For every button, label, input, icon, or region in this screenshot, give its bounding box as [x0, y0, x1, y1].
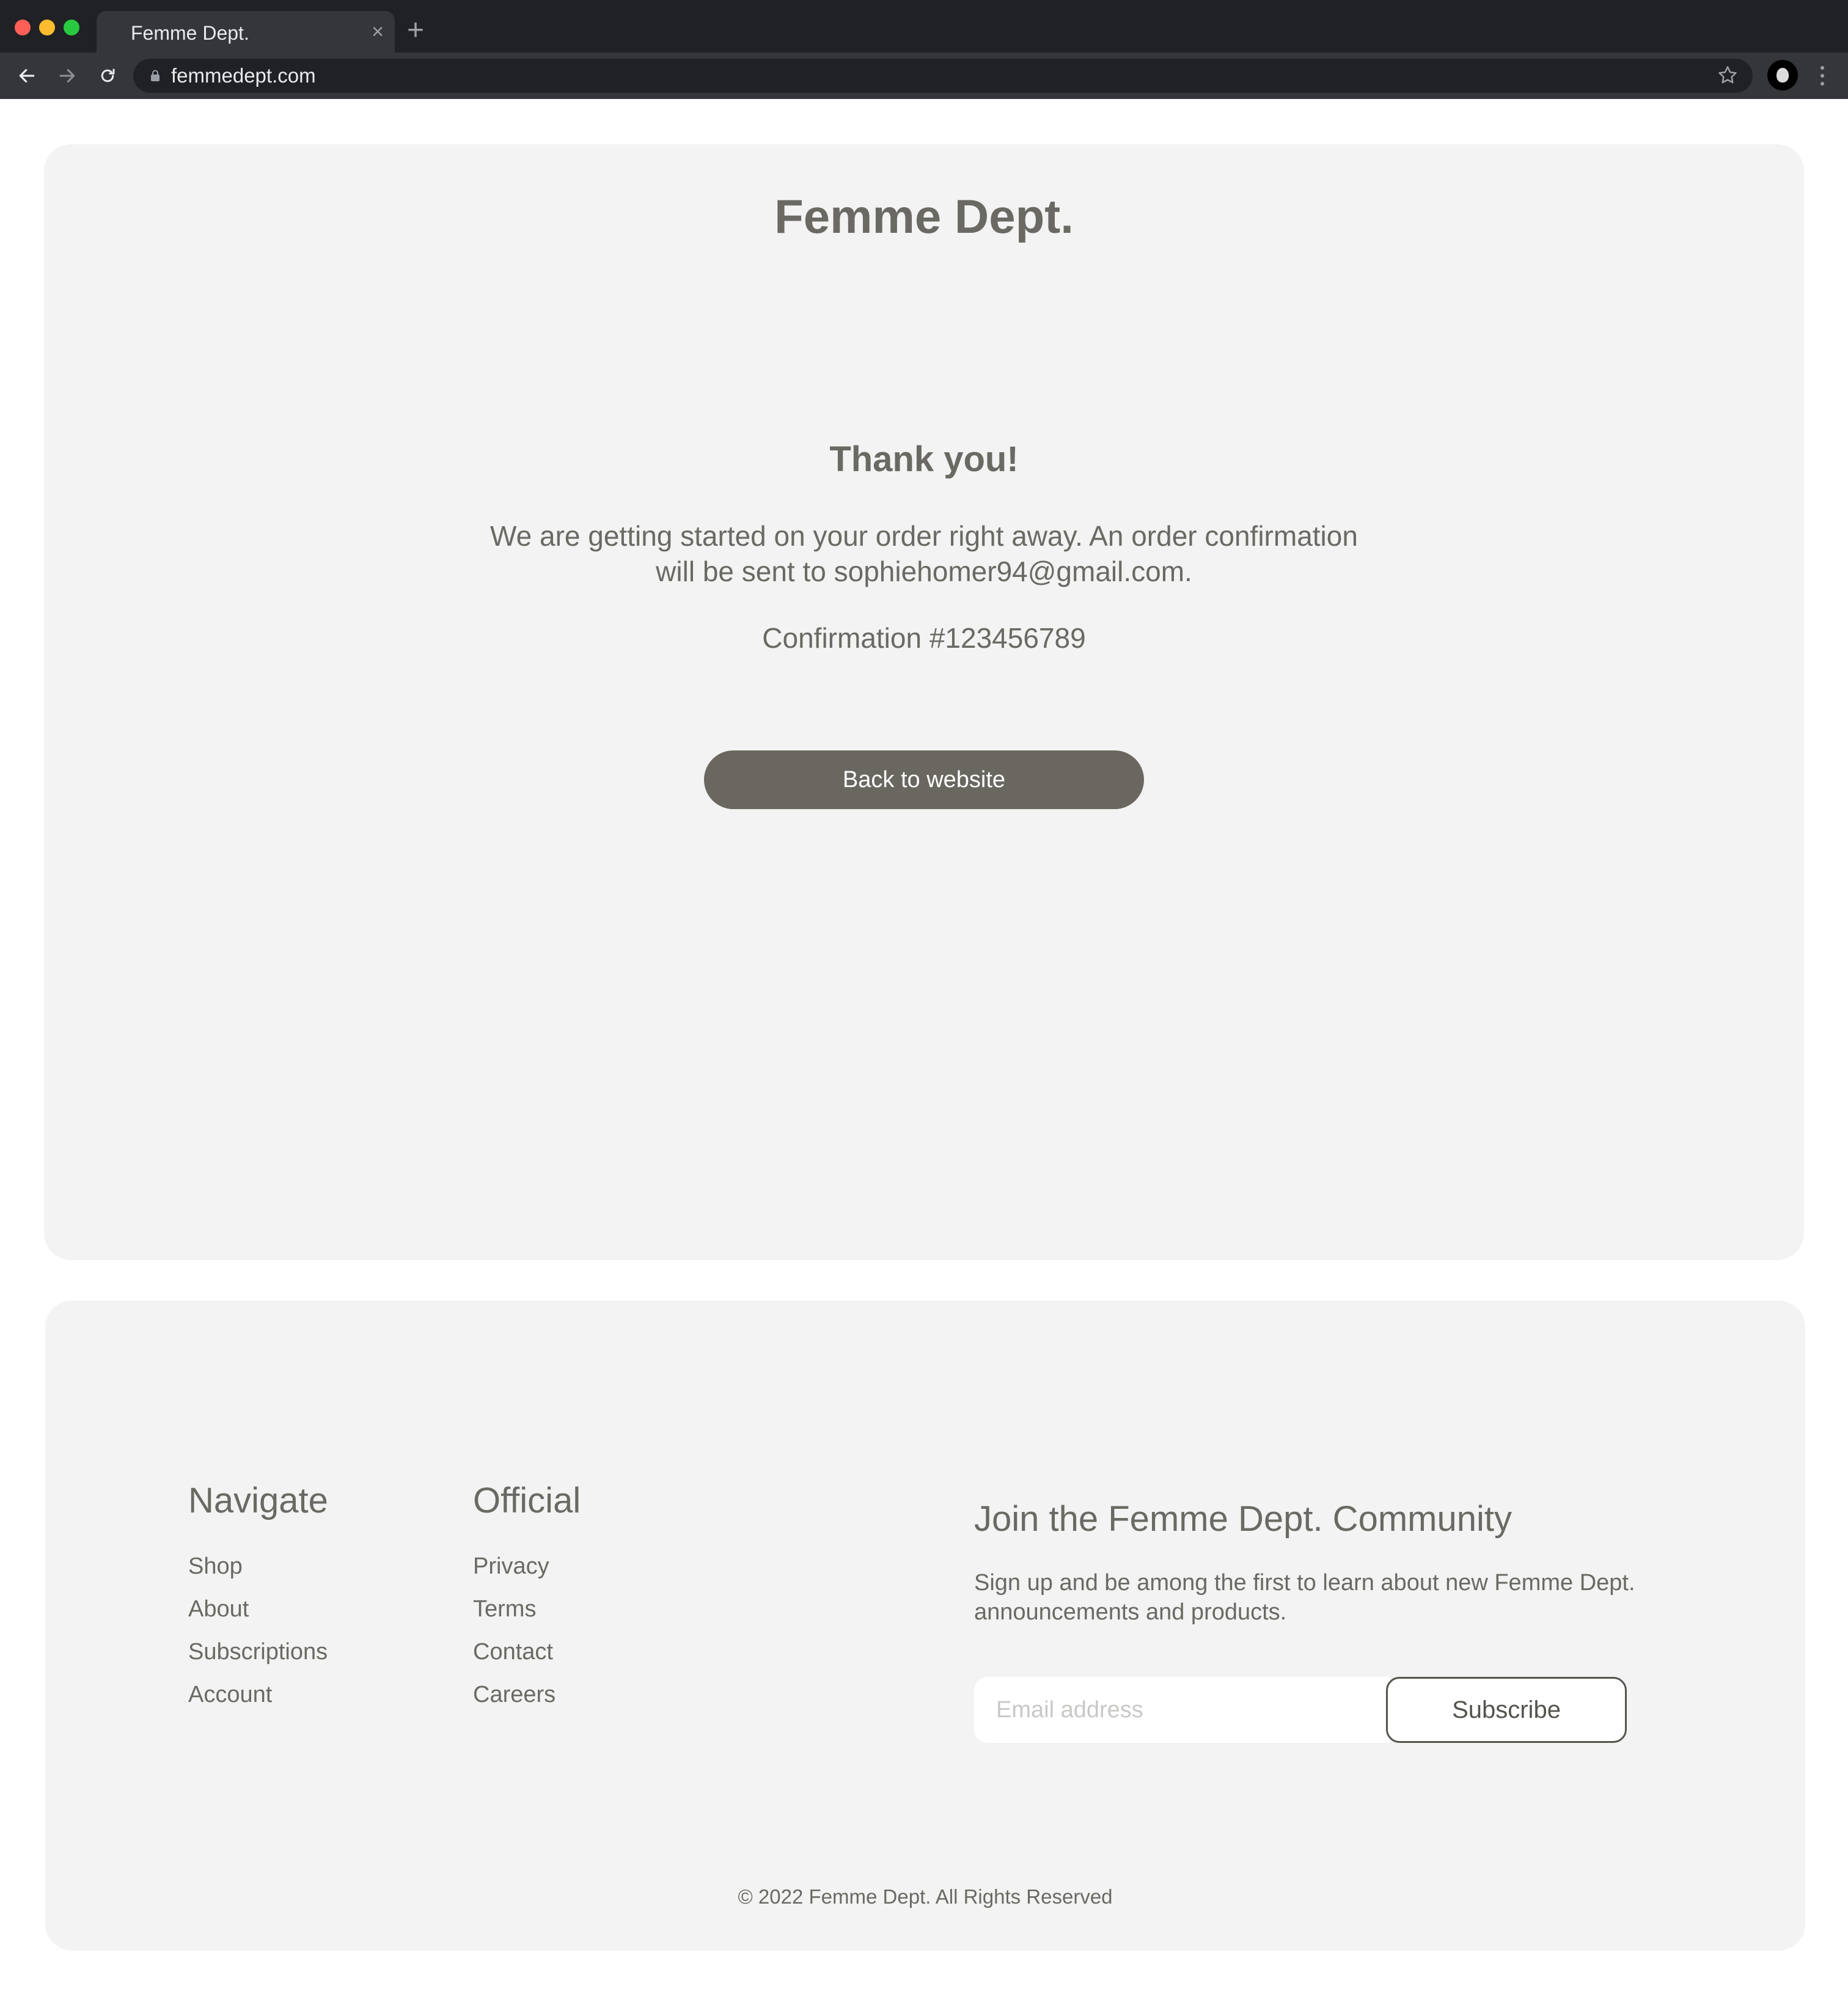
more-menu-icon[interactable] — [1809, 59, 1836, 93]
footer-link-account[interactable]: Account — [188, 1673, 328, 1716]
browser-toolbar: femmedept.com — [0, 53, 1848, 99]
avatar-silhouette — [1777, 68, 1789, 82]
back-to-website-button[interactable]: Back to website — [704, 750, 1144, 809]
browser-tab[interactable]: Femme Dept. × — [97, 11, 395, 53]
tab-close-icon[interactable]: × — [372, 18, 384, 45]
confirmation-card: Femme Dept. Thank you! We are getting st… — [44, 144, 1804, 1260]
subscribe-button[interactable]: Subscribe — [1386, 1677, 1627, 1743]
close-window-button[interactable] — [15, 20, 31, 35]
navigate-heading: Navigate — [188, 1481, 328, 1520]
reload-icon[interactable] — [90, 59, 125, 93]
brand-logo[interactable]: Femme Dept. — [44, 186, 1804, 247]
lock-icon — [150, 70, 160, 85]
address-bar[interactable]: femmedept.com — [133, 59, 1753, 93]
minimize-window-button[interactable] — [39, 20, 55, 35]
footer-link-about[interactable]: About — [188, 1588, 328, 1630]
newsletter-description: Sign up and be among the first to learn … — [974, 1570, 1635, 1625]
maximize-window-button[interactable] — [64, 20, 79, 35]
footer-link-careers[interactable]: Careers — [473, 1673, 581, 1716]
footer-link-shop[interactable]: Shop — [188, 1545, 328, 1588]
navigate-column: Navigate Shop About Subscriptions Accoun… — [188, 1478, 328, 1716]
footer: Navigate Shop About Subscriptions Accoun… — [45, 1300, 1805, 1951]
new-tab-button[interactable]: + — [407, 13, 424, 48]
copyright-text: © 2022 Femme Dept. All Rights Reserved — [738, 1885, 1113, 1908]
tab-title: Femme Dept. — [131, 22, 249, 44]
newsletter-section: Join the Femme Dept. Community Sign up a… — [974, 1496, 1671, 1627]
back-arrow-icon[interactable] — [10, 59, 44, 93]
footer-link-privacy[interactable]: Privacy — [473, 1545, 581, 1588]
email-input[interactable] — [974, 1677, 1390, 1743]
footer-link-contact[interactable]: Contact — [473, 1630, 581, 1673]
profile-avatar[interactable] — [1767, 60, 1798, 90]
footer-link-subscriptions[interactable]: Subscriptions — [188, 1630, 328, 1673]
star-icon[interactable] — [1716, 64, 1739, 90]
footer-link-terms[interactable]: Terms — [473, 1588, 581, 1630]
official-column: Official Privacy Terms Contact Careers — [473, 1478, 581, 1716]
newsletter-heading: Join the Femme Dept. Community — [974, 1499, 1512, 1539]
confirmation-number: Confirmation #123456789 — [762, 622, 1086, 654]
url-text: femmedept.com — [171, 64, 316, 87]
thank-you-heading: Thank you! — [829, 439, 1019, 479]
browser-tab-bar: Femme Dept. × + — [0, 0, 1848, 53]
official-heading: Official — [473, 1481, 581, 1520]
forward-arrow-icon[interactable] — [50, 59, 84, 93]
order-message: We are getting started on your order rig… — [490, 520, 1358, 587]
